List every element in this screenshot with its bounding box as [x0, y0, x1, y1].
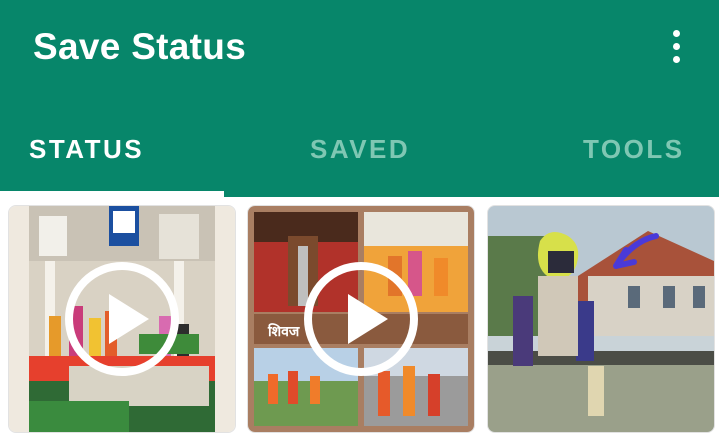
status-thumbnail[interactable]: [8, 205, 236, 433]
status-thumbnail[interactable]: [487, 205, 715, 433]
play-icon[interactable]: [63, 260, 181, 378]
app-title: Save Status: [33, 26, 247, 67]
tab-tools[interactable]: TOOLS: [583, 134, 685, 165]
tab-status[interactable]: STATUS: [29, 134, 144, 165]
tab-saved[interactable]: SAVED: [310, 134, 410, 165]
status-grid: शिवज: [0, 197, 719, 441]
thumbnail-image: [488, 206, 714, 432]
more-vert-icon[interactable]: [660, 26, 692, 66]
status-thumbnail[interactable]: शिवज: [247, 205, 475, 433]
app-bar: Save Status STATUS SAVED TOOLS: [0, 0, 719, 197]
play-icon[interactable]: [302, 260, 420, 378]
svg-text:शिवज: शिवज: [267, 323, 300, 340]
